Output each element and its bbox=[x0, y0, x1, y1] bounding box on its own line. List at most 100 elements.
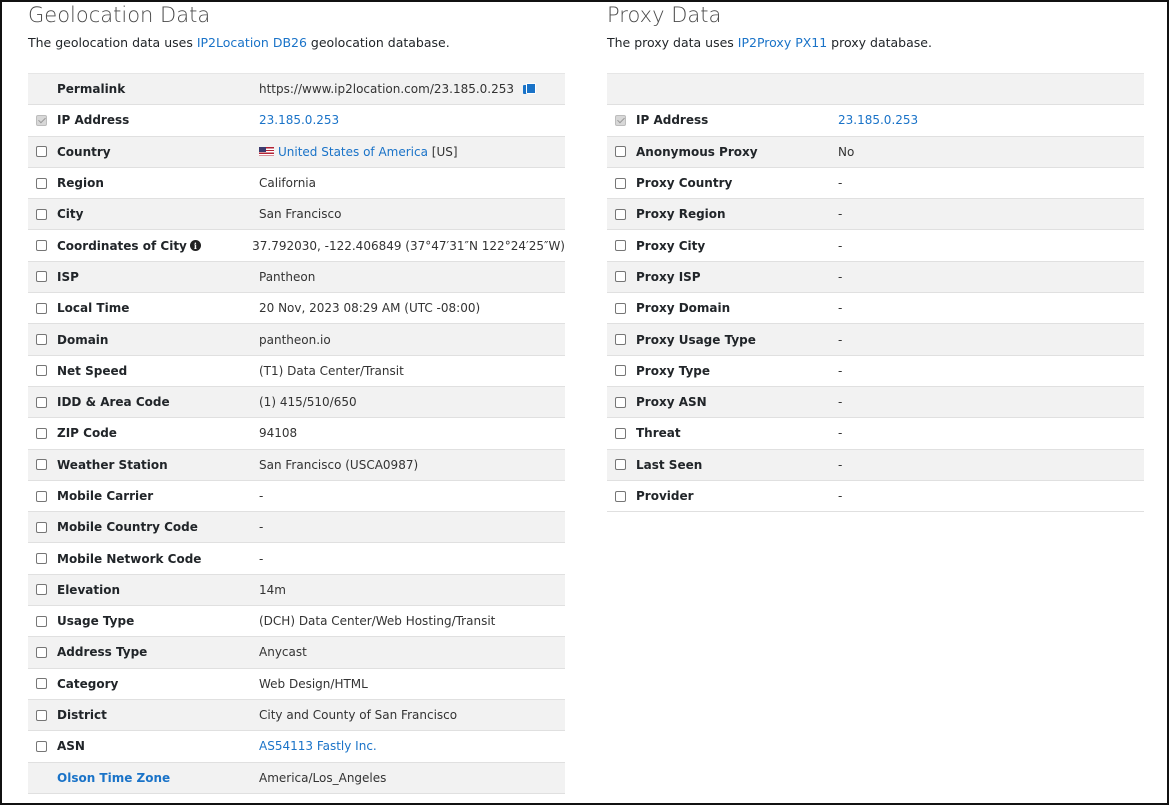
proxy-label-proxy-type: Proxy Type bbox=[636, 363, 711, 378]
geo-value-zip-code: 94108 bbox=[259, 426, 298, 441]
proxy-row-ip-address: IP Address 23.185.0.253 bbox=[607, 105, 1144, 137]
geo-value-city: San Francisco bbox=[259, 207, 342, 222]
proxy-label-threat: Threat bbox=[636, 426, 681, 441]
geo-checkbox-domain[interactable] bbox=[36, 334, 47, 346]
proxy-value-proxy-region: - bbox=[838, 207, 843, 222]
geo-checkbox-country[interactable] bbox=[36, 146, 47, 158]
info-icon[interactable]: i bbox=[189, 240, 201, 252]
geo-checkbox-city[interactable] bbox=[36, 208, 47, 220]
proxy-checkbox-threat[interactable] bbox=[615, 427, 626, 439]
proxy-checkbox-proxy-isp[interactable] bbox=[615, 271, 626, 283]
proxy-checkbox-provider[interactable] bbox=[615, 490, 626, 502]
geo-checkbox-isp[interactable] bbox=[36, 271, 47, 283]
proxy-checkbox-last-seen[interactable] bbox=[615, 459, 626, 471]
geo-label-ip-address: IP Address bbox=[57, 113, 130, 128]
geo-label-city: City bbox=[57, 207, 84, 222]
proxy-checkbox-proxy-country[interactable] bbox=[615, 177, 626, 189]
geo-checkbox-elevation[interactable] bbox=[36, 584, 47, 596]
geo-label-weather-station: Weather Station bbox=[57, 457, 168, 472]
permalink-value: https://www.ip2location.com/23.185.0.253 bbox=[259, 82, 515, 97]
proxy-value-proxy-type: - bbox=[838, 363, 843, 378]
proxy-title: Proxy Data bbox=[607, 3, 722, 27]
geo-checkbox-address-type[interactable] bbox=[36, 646, 47, 658]
proxy-label-proxy-asn: Proxy ASN bbox=[636, 395, 707, 410]
geo-checkbox-idd-and-area-code[interactable] bbox=[36, 396, 47, 408]
proxy-label-last-seen: Last Seen bbox=[636, 457, 703, 472]
geo-label-coordinates-of-city: Coordinates of City bbox=[57, 238, 187, 253]
geo-checkbox-district[interactable] bbox=[36, 709, 47, 721]
geo-label-isp: ISP bbox=[57, 269, 79, 284]
olson-time-zone-link[interactable]: Olson Time Zone bbox=[57, 771, 259, 785]
geo-row-net-speed: Net Speed (T1) Data Center/Transit bbox=[28, 356, 565, 387]
geo-value-country[interactable]: United States of America bbox=[278, 145, 428, 159]
geo-row-asn: ASN AS54113 Fastly Inc. bbox=[28, 731, 565, 763]
geo-value-isp: Pantheon bbox=[259, 269, 316, 284]
geo-label-mobile-network-code: Mobile Network Code bbox=[57, 551, 202, 566]
us-flag-icon bbox=[259, 147, 274, 157]
proxy-row-proxy-isp: Proxy ISP - bbox=[607, 261, 1144, 294]
geo-row-zip-code: ZIP Code 94108 bbox=[28, 418, 565, 450]
geo-row-coordinates-of-city: Coordinates of City i 37.792030, -122.4068… bbox=[28, 230, 565, 262]
proxy-checkbox-ip-address[interactable] bbox=[615, 114, 626, 126]
proxy-row-proxy-country: Proxy Country - bbox=[607, 168, 1144, 200]
proxy-checkbox-proxy-asn[interactable] bbox=[615, 396, 626, 408]
geo-value-usage-type: (DCH) Data Center/Web Hosting/Transit bbox=[259, 614, 496, 629]
geo-checkbox-region[interactable] bbox=[36, 177, 47, 189]
proxy-label-proxy-domain: Proxy Domain bbox=[636, 301, 731, 316]
proxy-checkbox-proxy-type[interactable] bbox=[615, 365, 626, 377]
geo-checkbox-asn[interactable] bbox=[36, 740, 47, 752]
geo-row-isp: ISP Pantheon bbox=[28, 261, 565, 294]
ip2location-db26-link[interactable]: IP2Location DB26 bbox=[197, 35, 307, 50]
ip2proxy-px11-link[interactable]: IP2Proxy PX11 bbox=[738, 35, 827, 50]
geo-label-region: Region bbox=[57, 176, 104, 191]
geo-checkbox-zip-code[interactable] bbox=[36, 427, 47, 439]
geo-label-net-speed: Net Speed bbox=[57, 363, 128, 378]
geo-checkbox-mobile-country-code[interactable] bbox=[36, 521, 47, 533]
geo-row-city: City San Francisco bbox=[28, 199, 565, 231]
proxy-checkbox-proxy-usage-type[interactable] bbox=[615, 334, 626, 346]
proxy-value-ip-address[interactable]: 23.185.0.253 bbox=[838, 113, 918, 127]
geo-checkbox-local-time[interactable] bbox=[36, 302, 47, 314]
proxy-description: The proxy data uses IP2Proxy PX11 proxy … bbox=[607, 35, 932, 50]
geolocation-table: Permalink https://www.ip2location.com/23… bbox=[28, 73, 565, 794]
proxy-checkbox-proxy-region[interactable] bbox=[615, 208, 626, 220]
geolocation-desc-prefix: The geolocation data uses bbox=[28, 35, 197, 50]
proxy-desc-prefix: The proxy data uses bbox=[607, 35, 738, 50]
geo-checkbox-mobile-network-code[interactable] bbox=[36, 553, 47, 565]
proxy-row-proxy-asn: Proxy ASN - bbox=[607, 386, 1144, 419]
geo-value-region: California bbox=[259, 176, 316, 191]
geo-label-usage-type: Usage Type bbox=[57, 614, 135, 629]
geo-value-idd-and-area-code: (1) 415/510/650 bbox=[259, 395, 357, 410]
proxy-row-threat: Threat - bbox=[607, 418, 1144, 450]
proxy-value-proxy-usage-type: - bbox=[838, 332, 843, 347]
geo-value-asn[interactable]: AS54113 Fastly Inc. bbox=[259, 739, 377, 753]
geo-checkbox-usage-type[interactable] bbox=[36, 615, 47, 627]
proxy-value-proxy-isp: - bbox=[838, 269, 843, 284]
geo-value-ip-address[interactable]: 23.185.0.253 bbox=[259, 113, 339, 127]
geo-checkbox-category[interactable] bbox=[36, 678, 47, 690]
proxy-label-proxy-city: Proxy City bbox=[636, 238, 706, 253]
geo-label-address-type: Address Type bbox=[57, 645, 148, 660]
proxy-checkbox-anonymous-proxy[interactable] bbox=[615, 146, 626, 158]
proxy-label-ip-address: IP Address bbox=[636, 113, 709, 128]
proxy-checkbox-proxy-city[interactable] bbox=[615, 240, 626, 252]
geo-row-district: District City and County of San Francisco bbox=[28, 699, 565, 732]
proxy-label-proxy-region: Proxy Region bbox=[636, 207, 726, 222]
geo-checkbox-mobile-carrier[interactable] bbox=[36, 490, 47, 502]
geo-label-category: Category bbox=[57, 676, 119, 691]
proxy-label-proxy-usage-type: Proxy Usage Type bbox=[636, 332, 756, 347]
geo-value-mobile-carrier: - bbox=[259, 489, 264, 503]
geo-checkbox-weather-station[interactable] bbox=[36, 459, 47, 471]
geo-label-local-time: Local Time bbox=[57, 301, 130, 316]
proxy-checkbox-proxy-domain[interactable] bbox=[615, 302, 626, 314]
geo-checkbox-net-speed[interactable] bbox=[36, 365, 47, 377]
geo-checkbox-ip-address[interactable] bbox=[36, 114, 47, 126]
proxy-row-anonymous-proxy: Anonymous Proxy No bbox=[607, 136, 1144, 168]
geo-row-country: Country United States of America [US] bbox=[28, 136, 565, 168]
geo-label-zip-code: ZIP Code bbox=[57, 426, 117, 441]
proxy-desc-suffix: proxy database. bbox=[827, 35, 932, 50]
proxy-row-last-seen: Last Seen - bbox=[607, 449, 1144, 481]
copy-icon[interactable] bbox=[523, 83, 537, 95]
geo-checkbox-coordinates-of-city[interactable] bbox=[36, 240, 47, 252]
permalink-label: Permalink bbox=[57, 82, 126, 97]
